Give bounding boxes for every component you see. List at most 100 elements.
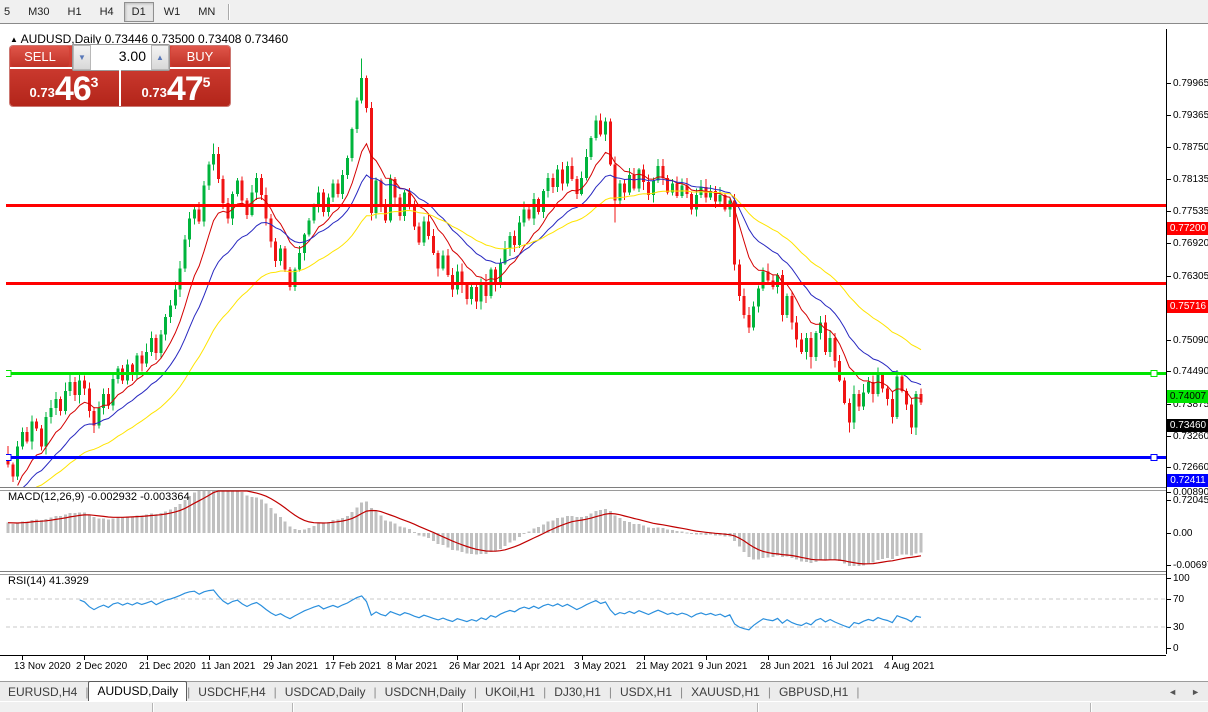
macd-histogram-bar: [695, 533, 698, 535]
candle-body: [743, 296, 746, 315]
macd-axis-tick: [1167, 533, 1171, 534]
macd-histogram-bar: [475, 533, 478, 555]
macd-histogram-bar: [633, 524, 636, 533]
chart-tab-usdchf-h4[interactable]: USDCHF,H4: [190, 683, 273, 701]
macd-histogram-bar: [647, 527, 650, 533]
ma-slow-line: [18, 191, 921, 487]
candle-body: [174, 290, 177, 306]
timeframe-button-h1[interactable]: H1: [60, 2, 90, 22]
timeframe-button-h4[interactable]: H4: [92, 2, 122, 22]
line-anchor-handle[interactable]: [6, 371, 11, 377]
date-axis-tick: [271, 656, 272, 660]
candle-body: [179, 269, 182, 290]
status-bar-separator: [152, 703, 154, 712]
candle-body: [246, 200, 249, 215]
candle-body: [155, 338, 158, 353]
macd-histogram-bar: [790, 533, 793, 558]
macd-histogram-bar: [919, 533, 922, 553]
candle-body: [312, 206, 315, 221]
date-axis[interactable]: 13 Nov 20202 Dec 202021 Dec 202011 Jan 2…: [0, 655, 1166, 682]
mt4-terminal: 5M30H1H4D1W1MN ▲ AUDUSD,Daily 0.73446 0.…: [0, 0, 1208, 712]
candle-body: [829, 338, 832, 352]
macd-histogram-bar: [207, 491, 210, 533]
tab-scroll-left-icon[interactable]: ◄: [1168, 687, 1177, 697]
candle-body: [159, 334, 162, 352]
macd-histogram-bar: [222, 491, 225, 533]
candle-body: [341, 175, 344, 194]
chart-tab-ukoil-h1[interactable]: UKOil,H1: [477, 683, 543, 701]
line-anchor-handle[interactable]: [1151, 371, 1157, 377]
tab-scroll-right-icon[interactable]: ►: [1191, 687, 1200, 697]
candle-body: [532, 199, 535, 218]
price-axis[interactable]: 0.799650.793650.787500.781350.775350.769…: [1166, 29, 1208, 654]
macd-histogram-bar: [833, 533, 836, 560]
macd-histogram-bar: [260, 500, 263, 533]
macd-histogram-bar: [346, 516, 349, 533]
macd-histogram-bar: [776, 533, 779, 556]
candle-body: [322, 192, 325, 211]
chart-tab-xauusd-h1[interactable]: XAUUSD,H1: [683, 683, 768, 701]
candle-body: [284, 249, 287, 270]
candle-body: [513, 236, 516, 245]
candle-body: [575, 179, 578, 194]
chart-tab-usdcnh-daily[interactable]: USDCNH,Daily: [377, 683, 474, 701]
tab-scroll-arrows: ◄►: [1168, 687, 1200, 697]
timeframe-button-5[interactable]: 5: [0, 2, 18, 22]
chart-tab-gbpusd-h1[interactable]: GBPUSD,H1: [771, 683, 856, 701]
price-axis-tick: [1167, 500, 1171, 501]
candle-body: [695, 195, 698, 210]
date-axis-label: 8 Mar 2021: [387, 661, 438, 672]
chart-tab-usdcad-daily[interactable]: USDCAD,Daily: [277, 683, 374, 701]
macd-histogram-bar: [896, 533, 899, 556]
macd-histogram-bar: [389, 521, 392, 533]
macd-histogram-bar: [628, 522, 631, 533]
chart-tab-usdx-h1[interactable]: USDX,H1: [612, 683, 680, 701]
ma-fast-line: [18, 144, 921, 486]
macd-histogram-bar: [652, 528, 655, 533]
macd-histogram-bar: [470, 533, 473, 554]
candle-body: [647, 182, 650, 195]
date-axis-label: 2 Dec 2020: [76, 661, 127, 672]
macd-histogram-bar: [690, 533, 693, 534]
timeframe-button-mn[interactable]: MN: [190, 2, 223, 22]
timeframe-button-w1[interactable]: W1: [156, 2, 189, 22]
chart-tab-eurusd-h4[interactable]: EURUSD,H4: [0, 683, 85, 701]
line-anchor-handle[interactable]: [6, 455, 11, 461]
chart-tab-dj30-h1[interactable]: DJ30,H1: [546, 683, 609, 701]
price-axis-tick: [1167, 436, 1171, 437]
candle-body: [236, 180, 239, 194]
candle-body: [499, 263, 502, 283]
candle-body: [594, 120, 597, 138]
macd-histogram-bar: [427, 533, 430, 538]
rsi-indicator-pane[interactable]: [6, 574, 1166, 654]
candle-body: [418, 227, 421, 243]
candle-body: [422, 221, 425, 242]
chart-tab-audusd-daily[interactable]: AUDUSD,Daily: [88, 681, 187, 702]
candle-body: [446, 256, 449, 275]
macd-histogram-bar: [121, 517, 124, 533]
line-anchor-handle[interactable]: [1151, 455, 1157, 461]
candle-body: [862, 392, 865, 406]
candle-body: [604, 121, 607, 134]
candle-body: [561, 170, 564, 184]
price-axis-tick: [1167, 371, 1171, 372]
price-axis-label: 0.76920: [1173, 238, 1208, 249]
macd-histogram-bar: [905, 533, 908, 554]
candle-body: [198, 210, 201, 222]
macd-histogram-bar: [360, 503, 363, 533]
macd-histogram-bar: [422, 533, 425, 536]
price-axis-tick: [1167, 147, 1171, 148]
main-price-chart[interactable]: [6, 29, 1166, 487]
candle-body: [16, 447, 19, 477]
candle-body: [891, 399, 894, 417]
macd-histogram-bar: [150, 514, 153, 533]
candle-body: [571, 166, 574, 179]
price-axis-label: 0.73260: [1173, 431, 1208, 442]
timeframe-button-d1[interactable]: D1: [124, 2, 154, 22]
macd-histogram-bar: [566, 516, 569, 533]
timeframe-button-m30[interactable]: M30: [20, 2, 57, 22]
candle-body: [556, 170, 559, 187]
rsi-label: RSI(14) 41.3929: [8, 575, 89, 587]
macd-histogram-bar: [398, 527, 401, 533]
date-axis-tick: [706, 656, 707, 660]
